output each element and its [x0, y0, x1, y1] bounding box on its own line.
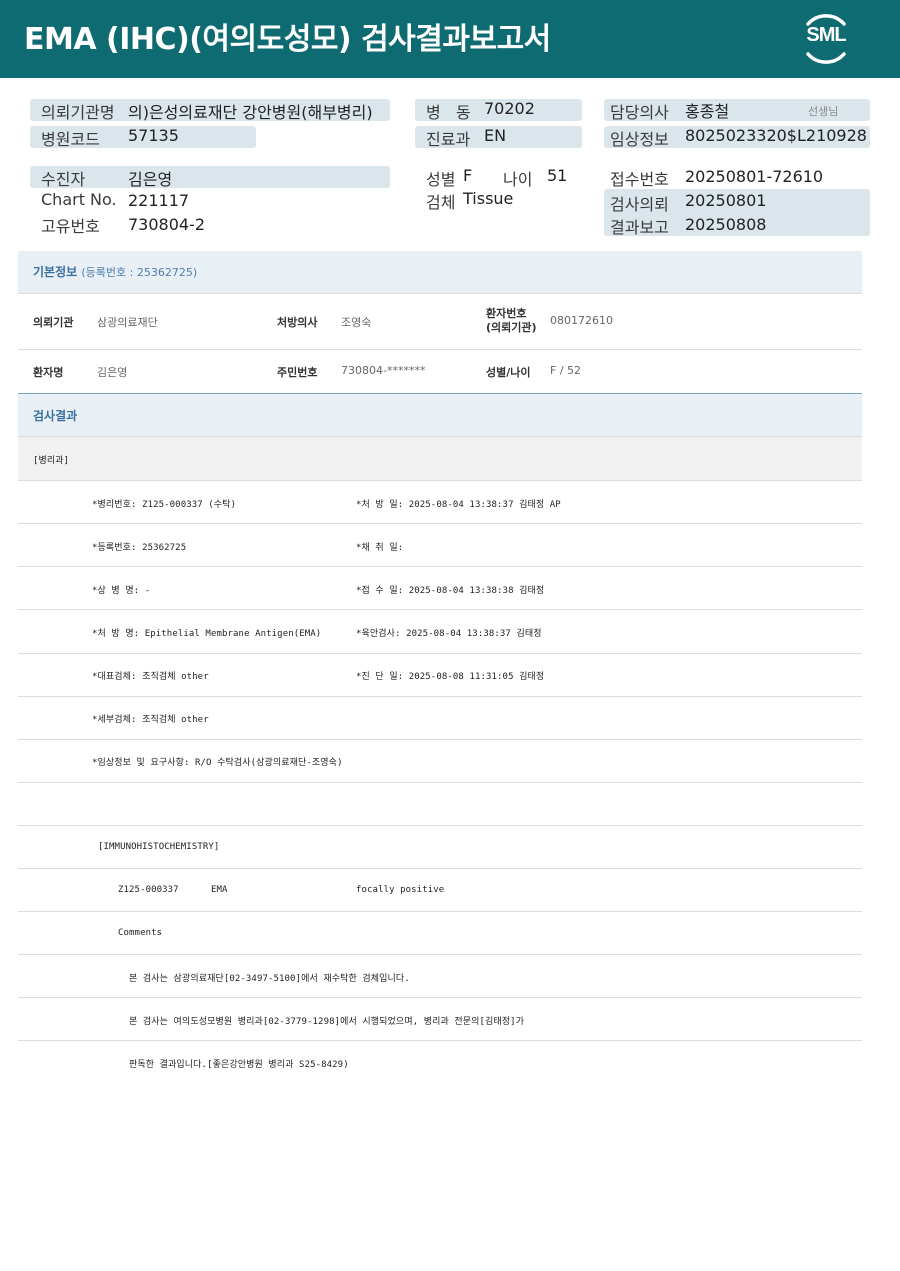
- result-line-left: *병리번호: Z125-000337 (수탁): [92, 500, 237, 510]
- result-line-right: *채 취 일:: [356, 543, 404, 553]
- comments-label: Comments: [118, 928, 163, 938]
- patient-name-value: 김은영: [97, 366, 128, 379]
- result-line-right: *진 단 일: 2025-08-08 11:31:05 김태정: [356, 672, 545, 682]
- result-line-right: *접 수 일: 2025-08-04 13:38:38 김태정: [356, 586, 545, 596]
- divider: [18, 349, 862, 350]
- divider: [18, 997, 862, 998]
- chart-no-label: Chart No.: [41, 190, 117, 209]
- patient-name-label: 환자명: [33, 366, 64, 379]
- request-date-value: 20250801: [685, 191, 767, 210]
- patient-value: 김은영: [128, 170, 173, 189]
- unique-no-label: 고유번호: [41, 217, 100, 236]
- institution-value: 의)은성의료재단 강안병원(해부병리): [128, 103, 373, 122]
- requesting-institution-value: 삼광의료재단: [97, 316, 158, 329]
- divider: [18, 1040, 862, 1041]
- receipt-no-label: 접수번호: [610, 170, 669, 189]
- age-label: 나이: [503, 170, 533, 189]
- department-value: EN: [484, 126, 507, 145]
- hospital-code-value: 57135: [128, 126, 179, 145]
- divider: [18, 954, 862, 955]
- divider: [18, 868, 862, 869]
- ward-label: 병 동: [426, 103, 471, 122]
- comment-line: 본 검사는 여의도성모병원 병리과[02-3779-1298]에서 시행되었으며…: [129, 1017, 525, 1027]
- logo-text: SML: [806, 24, 846, 46]
- result-line-left: *처 방 명: Epithelial Membrane Antigen(EMA): [92, 629, 322, 639]
- sex-age-label: 성별/나이: [486, 366, 531, 379]
- sex-age-value: F / 52: [550, 364, 582, 377]
- prescriber-value: 조영숙: [341, 316, 372, 329]
- doctor-value: 홍종철: [685, 102, 730, 121]
- basic-info-title: 기본정보 (등록번호 : 25362725): [33, 263, 197, 280]
- specimen-label: 검체: [426, 193, 456, 212]
- hospital-code-label: 병원코드: [41, 130, 100, 149]
- result-line-left: *세부검체: 조직검체 other: [92, 715, 209, 725]
- result-title: 검사결과: [33, 409, 78, 423]
- result-header: [18, 394, 862, 436]
- patient-number-label-line1: 환자번호: [486, 307, 527, 320]
- doctor-label: 담당의사: [610, 103, 669, 122]
- divider: [18, 293, 862, 294]
- clinical-info-value: 8025023320$L210928: [685, 126, 867, 145]
- specimen-value: Tissue: [463, 189, 514, 208]
- sex-value: F: [463, 166, 473, 185]
- ward-value: 70202: [484, 99, 535, 118]
- result-line-right: *육안검사: 2025-08-04 13:38:37 김태정: [356, 629, 542, 639]
- receipt-no-value: 20250801-72610: [685, 167, 824, 186]
- ihc-header: [IMMUNOHISTOCHEMISTRY]: [98, 842, 220, 852]
- divider: [18, 825, 862, 826]
- report-date-label: 결과보고: [610, 218, 669, 237]
- divider: [18, 609, 862, 610]
- department-band: [18, 437, 862, 480]
- unique-no-value: 730804-2: [128, 215, 206, 234]
- report-banner: EMA (IHC)(여의도성모) 검사결과보고서 SML: [0, 0, 900, 78]
- divider: [18, 566, 862, 567]
- clinical-info-label: 임상정보: [610, 130, 669, 149]
- divider: [18, 653, 862, 654]
- sml-logo: SML: [796, 10, 856, 68]
- result-line-left: *임상정보 및 요구사항: R/O 수탁검사(삼광의료재단-조영숙): [92, 758, 343, 768]
- result-line-left: *등록번호: 25362725: [92, 543, 187, 553]
- ihc-marker: EMA: [211, 885, 228, 895]
- request-date-label: 검사의뢰: [610, 195, 669, 214]
- ihc-result: focally positive: [356, 885, 445, 895]
- prescriber-label: 처방의사: [277, 316, 318, 329]
- comment-line: 본 검사는 삼광의료재단[02-3497-5100]에서 재수탁한 검체입니다.: [129, 974, 410, 984]
- doctor-suffix: 선생님: [808, 105, 839, 118]
- sex-label: 성별: [426, 170, 456, 189]
- divider: [18, 911, 862, 912]
- result-line-left: *상 병 명: -: [92, 586, 151, 596]
- ihc-id: Z125-000337: [118, 885, 179, 895]
- result-line-left: *대표검체: 조직검체 other: [92, 672, 209, 682]
- patient-number-label: 환자번호 (의뢰기관): [486, 307, 537, 335]
- report-title: EMA (IHC)(여의도성모) 검사결과보고서: [24, 22, 551, 57]
- patient-label: 수진자: [41, 170, 86, 189]
- result-line-right: *처 방 일: 2025-08-04 13:38:37 김태정 AP: [356, 500, 561, 510]
- resident-number-value: 730804-*******: [341, 364, 426, 377]
- requesting-institution-label: 의뢰기관: [33, 316, 74, 329]
- patient-number-label-line2: (의뢰기관): [486, 321, 537, 334]
- divider: [18, 523, 862, 524]
- report-date-value: 20250808: [685, 215, 767, 234]
- registration-note: (등록번호 : 25362725): [81, 266, 198, 279]
- divider: [18, 739, 862, 740]
- department-label: 진료과: [426, 130, 471, 149]
- patient-number-value: 080172610: [550, 314, 613, 327]
- comment-line: 판독한 결과입니다.[좋은강안병원 병리과 S25-8429): [129, 1060, 349, 1070]
- resident-number-label: 주민번호: [277, 366, 318, 379]
- divider: [18, 696, 862, 697]
- chart-no-value: 221117: [128, 191, 190, 210]
- basic-info-title-text: 기본정보: [33, 265, 78, 279]
- age-value: 51: [547, 166, 568, 185]
- divider: [18, 782, 862, 783]
- department-tag: [병리과]: [33, 456, 70, 466]
- divider: [18, 480, 862, 481]
- institution-label: 의뢰기관명: [41, 103, 115, 122]
